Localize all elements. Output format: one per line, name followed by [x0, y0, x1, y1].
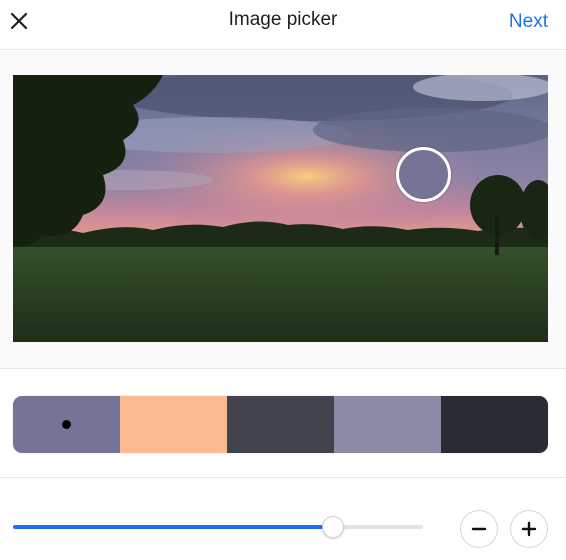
- palette-swatch[interactable]: [441, 396, 548, 453]
- palette-swatch[interactable]: [120, 396, 227, 453]
- palette-swatch[interactable]: [227, 396, 334, 453]
- photo-section: [0, 51, 566, 369]
- palette-swatch[interactable]: [334, 396, 441, 453]
- slider-section: [0, 479, 566, 560]
- next-button[interactable]: Next: [509, 11, 548, 33]
- minus-icon: [471, 527, 487, 531]
- color-picker-ring[interactable]: [396, 147, 451, 202]
- palette-swatch[interactable]: [13, 396, 120, 453]
- increase-button[interactable]: [510, 510, 548, 548]
- slider-fill: [13, 525, 333, 529]
- sunset-landscape-image: [13, 75, 548, 342]
- slider-thumb[interactable]: [321, 516, 344, 538]
- header-bar: Image picker Next: [0, 0, 566, 50]
- palette-section: [0, 370, 566, 478]
- plus-icon: [521, 521, 537, 537]
- slider-track[interactable]: [13, 516, 423, 538]
- page-title: Image picker: [228, 9, 338, 30]
- selected-indicator-dot: [62, 420, 71, 429]
- color-palette: [13, 396, 548, 453]
- source-photo[interactable]: [13, 75, 548, 342]
- decrease-button[interactable]: [460, 510, 498, 548]
